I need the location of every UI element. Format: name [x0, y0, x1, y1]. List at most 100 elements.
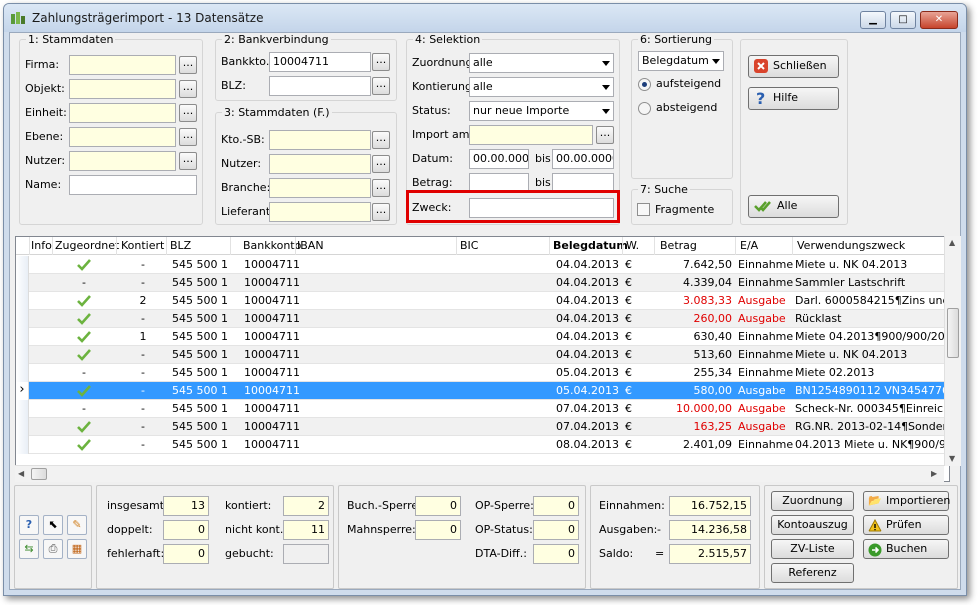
column-separator[interactable] — [52, 237, 53, 255]
row-header[interactable] — [16, 328, 29, 346]
blz-lookup-button[interactable]: ... — [372, 77, 390, 95]
column-header-ea[interactable]: E/A — [740, 239, 758, 252]
name-field[interactable] — [69, 175, 197, 195]
table-row[interactable]: 2 545 500 10 10004711 04.04.2013 €3.083,33 Au… — [16, 292, 949, 310]
row-header[interactable] — [16, 418, 29, 436]
datum-from-field[interactable]: 00.00.0000 — [469, 149, 529, 169]
row-header[interactable] — [16, 292, 29, 310]
vertical-scrollbar[interactable]: ▲ ▼ — [944, 236, 961, 466]
column-separator[interactable] — [792, 237, 793, 255]
table-row[interactable]: - - 545 500 10 10004711 04.04.2013 €4.339,04 E… — [16, 274, 949, 292]
nutzer-lookup-button[interactable]: ... — [179, 152, 197, 170]
radio-absteigend[interactable] — [638, 102, 651, 115]
bankkto-field[interactable]: 10004711 — [269, 52, 371, 72]
column-header-w[interactable]: W. — [626, 239, 639, 252]
print-tool-icon[interactable]: ⎙ — [43, 539, 63, 559]
nutzer-field[interactable] — [69, 151, 176, 171]
kontoauszug-button[interactable]: Kontoauszug — [771, 515, 854, 535]
column-separator[interactable] — [166, 237, 167, 255]
buchen-button[interactable]: Buchen — [863, 539, 949, 559]
row-header[interactable] — [16, 400, 29, 418]
title-bar[interactable]: Zahlungsträgerimport - 13 Datensätze ▁ □… — [4, 4, 966, 32]
kontierung-select[interactable]: alle — [469, 77, 614, 97]
objekt-field[interactable] — [69, 79, 176, 99]
table-row[interactable]: 1 545 500 10 10004711 04.04.2013 €630,40 Einn… — [16, 328, 949, 346]
firma-lookup-button[interactable]: ... — [179, 56, 197, 74]
column-separator[interactable] — [295, 237, 296, 255]
row-header[interactable]: › — [16, 382, 29, 400]
fragmente-checkbox[interactable] — [637, 203, 650, 216]
column-separator[interactable] — [456, 237, 457, 255]
column-header-belegdatum[interactable]: Belegdatum — [553, 239, 628, 252]
import-am-field[interactable] — [469, 125, 593, 145]
schliessen-button[interactable]: Schließen — [748, 55, 839, 78]
objekt-lookup-button[interactable]: ... — [179, 80, 197, 98]
scroll-down-icon[interactable]: ▼ — [949, 454, 955, 463]
column-header-zugeordnet[interactable]: Zugeordnet — [55, 239, 119, 252]
row-header[interactable] — [16, 256, 29, 274]
close-window-button[interactable]: ✕ — [920, 11, 958, 29]
table-row[interactable]: - 545 500 10 10004711 04.04.2013 €513,60 Einn… — [16, 346, 949, 364]
column-separator[interactable] — [654, 237, 655, 255]
row-header[interactable] — [16, 346, 29, 364]
zuordnung-select[interactable]: alle — [469, 53, 614, 73]
nutzer-f-field[interactable] — [269, 154, 371, 174]
column-header-info[interactable]: Info — [31, 239, 52, 252]
horizontal-scroll-thumb[interactable] — [31, 468, 47, 480]
cursor-tool-icon[interactable]: ⬉ — [43, 515, 63, 535]
lieferant-lookup-button[interactable]: ... — [372, 203, 390, 221]
einheit-lookup-button[interactable]: ... — [179, 104, 197, 122]
column-header-kontiert[interactable]: Kontiert — [121, 239, 164, 252]
ktosb-lookup-button[interactable]: ... — [372, 131, 390, 149]
vertical-scroll-thumb[interactable] — [947, 308, 959, 358]
branche-lookup-button[interactable]: ... — [372, 179, 390, 197]
sortierung-select[interactable]: Belegdatum — [638, 51, 724, 71]
refresh-tool-icon[interactable]: ⇆ — [19, 539, 39, 559]
datum-to-field[interactable]: 00.00.0000 — [552, 149, 614, 169]
table-row[interactable]: › - 545 500 10 10004711 05.04.2013 €580,00 Aus… — [16, 382, 949, 400]
blz-field[interactable] — [269, 76, 371, 96]
help-tool-icon[interactable]: ? — [19, 515, 39, 535]
grid-tool-icon[interactable]: ▦ — [67, 539, 87, 559]
branche-field[interactable] — [269, 178, 371, 198]
ktosb-field[interactable] — [269, 130, 371, 150]
table-row[interactable]: - 545 500 10 10004711 07.04.2013 €163,25 Ausg… — [16, 418, 949, 436]
row-header[interactable] — [16, 310, 29, 328]
column-separator[interactable] — [622, 237, 623, 255]
import-am-lookup-button[interactable]: ... — [596, 126, 614, 144]
firma-field[interactable] — [69, 55, 176, 75]
lieferant-field[interactable] — [269, 202, 371, 222]
table-row[interactable]: - 545 500 10 10004711 04.04.2013 €7.642,50 Ei… — [16, 256, 949, 274]
table-row[interactable]: - - 545 500 10 10004711 05.04.2013 €255,34 Ein… — [16, 364, 949, 382]
column-header-blz[interactable]: BLZ — [170, 239, 191, 252]
column-separator[interactable] — [230, 237, 231, 255]
column-separator[interactable] — [116, 237, 117, 255]
row-header[interactable] — [16, 436, 29, 454]
ebene-field[interactable] — [69, 127, 176, 147]
radio-aufsteigend[interactable] — [638, 78, 651, 91]
hilfe-button[interactable]: ? Hilfe — [748, 87, 839, 110]
status-select[interactable]: nur neue Importe — [469, 101, 614, 121]
pruefen-button[interactable]: Prüfen — [863, 515, 949, 535]
horizontal-scrollbar[interactable]: ◀ ▶ — [15, 465, 944, 482]
column-header-iban[interactable]: IBAN — [297, 239, 324, 252]
referenz-button[interactable]: Referenz — [771, 563, 854, 583]
table-row[interactable]: - 545 500 10 10004711 04.04.2013 €260,00 Ausg… — [16, 310, 949, 328]
edit-tool-icon[interactable]: ✎ — [67, 515, 87, 535]
column-header-betrag[interactable]: Betrag — [660, 239, 697, 252]
column-header-verwendungszweck[interactable]: Verwendungszweck — [797, 239, 905, 252]
bankkto-lookup-button[interactable]: ... — [372, 53, 390, 71]
column-header-bankkonto[interactable]: Bankkonto — [243, 239, 301, 252]
row-header[interactable] — [16, 364, 29, 382]
maximize-button[interactable]: □ — [890, 11, 916, 29]
zuordnung-button[interactable]: Zuordnung — [771, 491, 854, 511]
table-row[interactable]: - - 545 500 10 10004711 07.04.2013 €10.000,00… — [16, 400, 949, 418]
alle-button[interactable]: Alle — [748, 195, 839, 218]
minimize-button[interactable]: ▁ — [860, 11, 886, 29]
scroll-right-icon[interactable]: ▶ — [931, 469, 937, 478]
row-header[interactable] — [16, 274, 29, 292]
scroll-left-icon[interactable]: ◀ — [18, 469, 24, 478]
import-table[interactable]: Info Zugeordnet Kontiert BLZ Bankkonto IBAN BI… — [15, 236, 950, 482]
scroll-up-icon[interactable]: ▲ — [949, 238, 955, 247]
nutzer-f-lookup-button[interactable]: ... — [372, 155, 390, 173]
